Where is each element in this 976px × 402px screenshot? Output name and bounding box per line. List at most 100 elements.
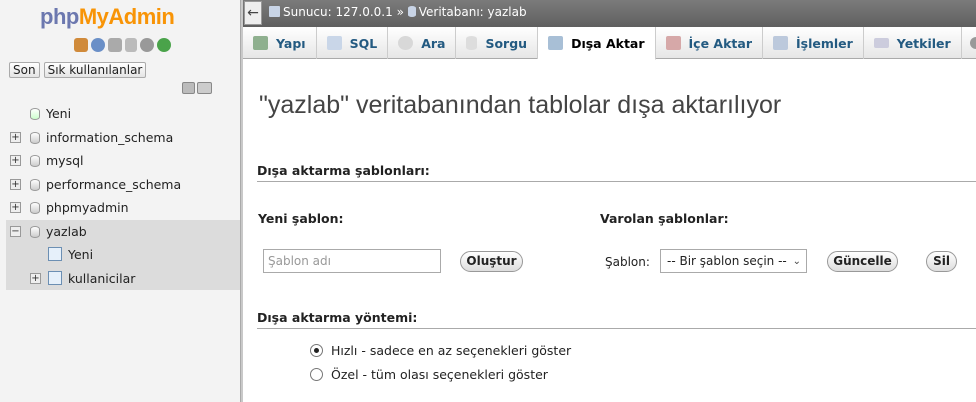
templates-heading: Dışa aktarma şablonları: xyxy=(257,163,976,182)
tree-item-label: Yeni xyxy=(68,247,94,262)
tab-operations[interactable]: İşlemler xyxy=(763,27,864,59)
database-icon xyxy=(407,6,416,17)
template-name-input[interactable]: Şablon adı xyxy=(263,249,441,273)
reload-icon[interactable] xyxy=(157,38,171,52)
tree-item-yazlab[interactable]: − yazlab xyxy=(6,219,240,243)
help-icon[interactable] xyxy=(91,38,105,52)
chevron-down-icon: ⌄ xyxy=(792,256,801,267)
tab-more[interactable] xyxy=(962,27,976,59)
expand-icon[interactable]: + xyxy=(30,272,41,284)
expand-icon[interactable]: + xyxy=(10,202,21,213)
tree-controls xyxy=(182,82,212,94)
tree-item-label: Yeni xyxy=(46,106,72,121)
new-table-icon xyxy=(48,247,62,261)
tab-import[interactable]: İçe Aktar xyxy=(656,27,763,59)
gear-icon xyxy=(969,37,976,49)
tab-label: Yapı xyxy=(276,35,306,51)
tab-label: Dışa Aktar xyxy=(571,35,645,51)
tree-item-phpmyadmin[interactable]: + phpmyadmin xyxy=(6,196,240,220)
expand-icon[interactable]: + xyxy=(10,131,21,143)
tree-item-kullanicilar[interactable]: + kullanicilar xyxy=(6,266,240,290)
tab-label: SQL xyxy=(349,35,378,51)
query-icon xyxy=(466,36,478,50)
server-icon xyxy=(269,6,280,17)
export-icon xyxy=(548,36,564,50)
custom-radio[interactable] xyxy=(310,368,323,381)
gear-icon[interactable] xyxy=(140,38,154,52)
database-icon xyxy=(30,155,40,167)
tab-privileges[interactable]: Yetkiler xyxy=(864,27,962,59)
breadcrumb-server[interactable]: Sunucu: 127.0.0.1 xyxy=(283,5,393,19)
tab-label: Ara xyxy=(421,35,446,51)
expand-icon[interactable]: + xyxy=(10,178,21,190)
database-icon xyxy=(30,131,40,144)
docs-icon[interactable] xyxy=(108,38,122,52)
database-icon xyxy=(30,178,40,191)
quick-radio[interactable] xyxy=(310,344,323,357)
custom-export-option[interactable]: Özel - tüm olası seçenekleri göster xyxy=(310,367,548,382)
favorites-tab[interactable]: Sık kullanılanlar xyxy=(43,62,147,78)
tab-label: Sorgu xyxy=(485,35,528,51)
tab-bar: Yapı SQL Ara Sorgu Dışa Aktar İçe Aktar … xyxy=(243,27,976,60)
quick-option-label[interactable]: Hızlı - sadece en az seçenekleri göster xyxy=(331,343,571,358)
new-db-icon xyxy=(30,108,40,120)
existing-templates-label: Varolan şablonlar: xyxy=(600,211,729,226)
tab-structure[interactable]: Yapı xyxy=(243,27,317,59)
tree-item-performance-schema[interactable]: + performance_schema xyxy=(6,173,240,197)
privileges-icon xyxy=(873,38,889,48)
tree-item-label: mysql xyxy=(46,153,84,168)
tree-item-label: performance_schema xyxy=(46,176,182,192)
custom-option-label[interactable]: Özel - tüm olası seçenekleri göster xyxy=(331,367,548,382)
tree-item-label: yazlab xyxy=(46,223,87,239)
template-select-value: -- Bir şablon seçin -- xyxy=(667,254,787,268)
template-field-label: Şablon: xyxy=(605,255,650,269)
new-template-label: Yeni şablon: xyxy=(258,211,344,226)
tab-sql[interactable]: SQL xyxy=(317,27,389,59)
tab-label: Yetkiler xyxy=(896,35,951,51)
tree-item-label: information_schema xyxy=(46,129,174,145)
tree-item-label: kullanicilar xyxy=(68,270,136,286)
export-page: "yazlab" veritabanından tablolar dışa ak… xyxy=(243,59,976,402)
import-icon xyxy=(665,36,681,50)
tree-item-label: phpmyadmin xyxy=(46,200,129,215)
tree-item-mysql[interactable]: + mysql xyxy=(6,149,240,173)
wrench-icon xyxy=(772,36,788,50)
collapse-icon[interactable]: − xyxy=(10,225,21,237)
tree-item-information-schema[interactable]: + information_schema xyxy=(6,126,240,150)
recent-tab[interactable]: Son xyxy=(9,62,40,78)
tab-label: İşlemler xyxy=(795,35,853,51)
tab-search[interactable]: Ara xyxy=(388,27,457,59)
update-template-button[interactable]: Güncelle xyxy=(827,251,898,272)
nav-icons xyxy=(74,38,171,52)
create-template-button[interactable]: Oluştur xyxy=(460,251,523,272)
method-heading: Dışa aktarma yöntemi: xyxy=(257,310,976,329)
breadcrumb-database[interactable]: Veritabanı: yazlab xyxy=(419,5,527,19)
logo[interactable]: phpMyAdmin xyxy=(40,4,175,30)
database-icon xyxy=(30,202,40,214)
database-icon xyxy=(30,225,40,238)
template-select[interactable]: -- Bir şablon seçin -- ⌄ xyxy=(660,249,807,273)
tree-item-yazlab-new[interactable]: Yeni xyxy=(6,243,240,267)
delete-template-button[interactable]: Sil xyxy=(926,251,957,272)
copy-icon[interactable] xyxy=(125,38,137,52)
database-tree: Yeni + information_schema + mysql + perf… xyxy=(6,102,240,290)
breadcrumb-bar: ← Sunucu: 127.0.0.1 » Veritabanı: yazlab xyxy=(243,0,976,27)
table-icon xyxy=(48,270,62,285)
tab-label: İçe Aktar xyxy=(688,35,752,51)
tree-item-new[interactable]: Yeni xyxy=(6,102,240,126)
structure-icon xyxy=(253,36,268,50)
recent-favorites: Son Sık kullanılanlar xyxy=(9,62,147,78)
quick-export-option[interactable]: Hızlı - sadece en az seçenekleri göster xyxy=(310,343,571,358)
home-icon[interactable] xyxy=(74,38,88,52)
collapse-all-icon[interactable] xyxy=(182,82,195,94)
link-icon[interactable] xyxy=(197,82,212,94)
navigation-panel: phpMyAdmin Son Sık kullanılanlar Yeni + … xyxy=(0,0,240,402)
expand-icon[interactable]: + xyxy=(10,155,21,166)
tab-export[interactable]: Dışa Aktar xyxy=(538,27,656,60)
breadcrumb-separator: » xyxy=(396,5,404,19)
tab-query[interactable]: Sorgu xyxy=(456,27,539,59)
back-arrow-icon[interactable]: ← xyxy=(244,1,262,25)
logo-php-text: php xyxy=(40,4,79,29)
logo-admin-text: MyAdmin xyxy=(78,4,175,29)
search-icon xyxy=(398,36,414,50)
